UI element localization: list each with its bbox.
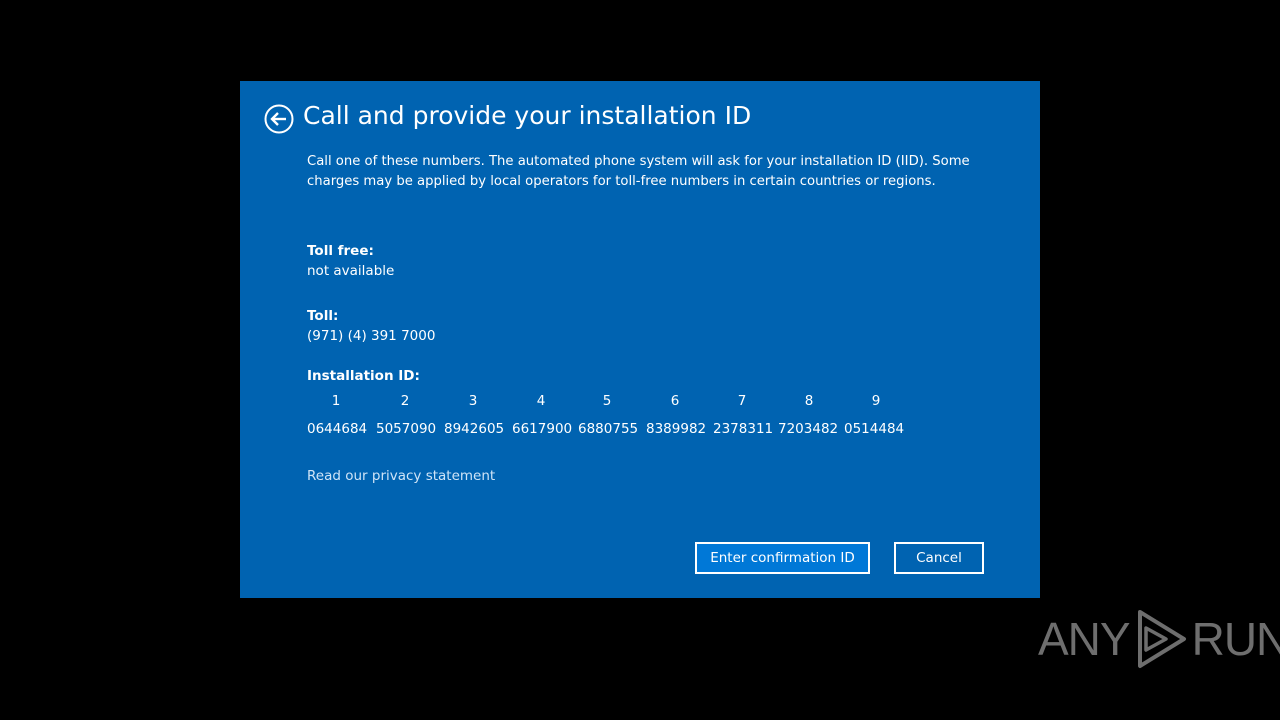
back-arrow-circle-icon xyxy=(264,104,294,134)
cancel-button[interactable]: Cancel xyxy=(894,542,984,574)
dialog-description: Call one of these numbers. The automated… xyxy=(307,154,970,189)
watermark-text-right: RUN xyxy=(1191,613,1280,665)
activation-dialog: Call and provide your installation ID Ca… xyxy=(240,81,1040,598)
back-button[interactable] xyxy=(264,104,294,134)
watermark-text-left: ANY xyxy=(1038,613,1131,665)
enter-confirmation-id-button[interactable]: Enter confirmation ID xyxy=(695,542,870,574)
iid-group-code: 8942605 xyxy=(444,421,505,437)
iid-group-index: 5 xyxy=(602,393,612,409)
installation-id-label: Installation ID: xyxy=(307,368,420,384)
iid-group-code: 6617900 xyxy=(512,421,573,437)
privacy-statement-link[interactable]: Read our privacy statement xyxy=(307,468,495,484)
iid-group-code: 2378311 xyxy=(713,421,774,437)
dialog-title: Call and provide your installation ID xyxy=(303,101,752,130)
iid-group-code: 6880755 xyxy=(578,421,639,437)
iid-group-index: 2 xyxy=(400,393,410,409)
anyrun-watermark: ANY RUN xyxy=(1038,608,1280,670)
iid-group-code: 0644684 xyxy=(307,421,368,437)
iid-group-index: 9 xyxy=(871,393,881,409)
iid-group-index: 7 xyxy=(737,393,747,409)
toll-free-label: Toll free: xyxy=(307,243,374,259)
iid-group-index: 4 xyxy=(536,393,546,409)
iid-group-index: 6 xyxy=(670,393,680,409)
iid-group-index: 8 xyxy=(804,393,814,409)
iid-group-code: 8389982 xyxy=(646,421,707,437)
toll-number: (971) (4) 391 7000 xyxy=(307,328,436,344)
toll-label: Toll: xyxy=(307,308,339,324)
iid-group-index: 1 xyxy=(331,393,341,409)
iid-group-index: 3 xyxy=(468,393,478,409)
iid-group-code: 0514484 xyxy=(844,421,905,437)
play-triangle-icon xyxy=(1137,610,1186,668)
iid-group-code: 7203482 xyxy=(778,421,839,437)
iid-group-code: 5057090 xyxy=(376,421,437,437)
toll-free-value: not available xyxy=(307,263,395,279)
